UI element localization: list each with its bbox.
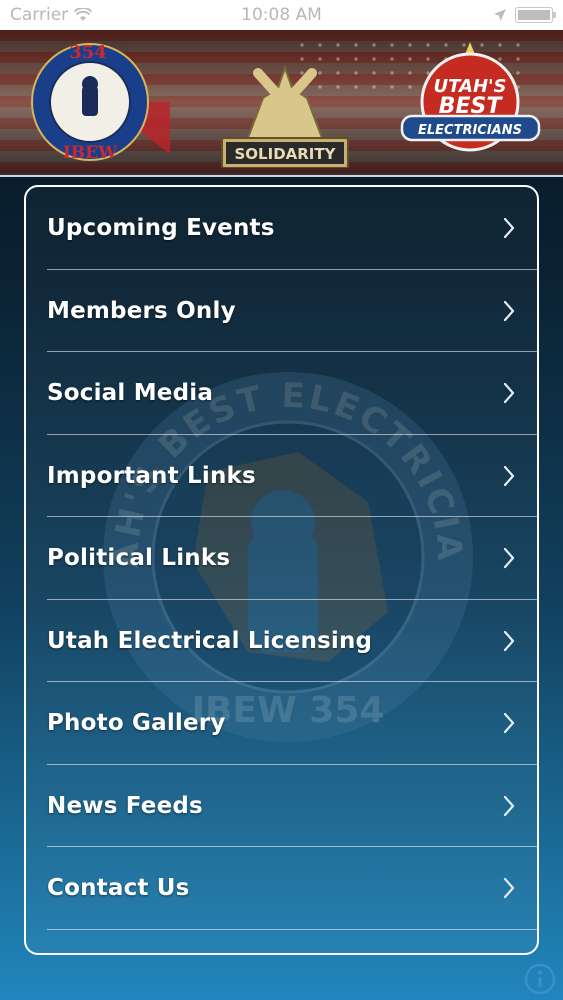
logo-right-line2: BEST <box>439 94 504 119</box>
menu-item-label: Social Media <box>47 380 214 407</box>
chevron-right-icon <box>503 713 515 734</box>
chevron-right-icon <box>503 218 515 239</box>
battery-icon <box>515 7 556 23</box>
menu-item-utah-electrical-licensing[interactable]: Utah Electrical Licensing <box>26 600 537 683</box>
menu-item-label: Contact Us <box>47 875 190 902</box>
chevron-right-icon <box>503 465 515 486</box>
chevron-right-icon <box>503 878 515 899</box>
main-menu-list: Upcoming Events Members Only Social Medi… <box>26 187 537 930</box>
ibew-354-logo: 354 IBEW <box>31 42 170 163</box>
main-menu-panel: Upcoming Events Members Only Social Medi… <box>24 185 539 955</box>
chevron-right-icon <box>503 300 515 321</box>
menu-item-label: Upcoming Events <box>47 215 275 242</box>
logo-right-line3: ELECTRICIANS <box>418 123 522 138</box>
chevron-right-icon <box>503 383 515 404</box>
menu-item-label: Members Only <box>47 297 236 324</box>
info-icon[interactable] <box>523 962 557 996</box>
menu-item-news-feeds[interactable]: News Feeds <box>26 765 537 848</box>
menu-item-social-media[interactable]: Social Media <box>26 352 537 435</box>
menu-item-contact-us[interactable]: Contact Us <box>26 847 537 930</box>
menu-item-label: Important Links <box>47 462 256 489</box>
menu-item-label: News Feeds <box>47 792 203 819</box>
status-time: 10:08 AM <box>241 5 322 25</box>
menu-item-upcoming-events[interactable]: Upcoming Events <box>26 187 537 270</box>
menu-item-label: Photo Gallery <box>47 710 226 737</box>
logo-left-number: 354 <box>69 42 107 63</box>
solidarity-logo: SOLIDARITY <box>221 64 349 168</box>
menu-item-important-links[interactable]: Important Links <box>26 435 537 518</box>
utahs-best-electricians-logo: UTAH'S BEST ELECTRICIANS <box>400 42 541 152</box>
chevron-right-icon <box>503 795 515 816</box>
chevron-right-icon <box>503 548 515 569</box>
solidarity-label: SOLIDARITY <box>235 145 337 163</box>
logo-left-local: IBEW <box>63 143 118 163</box>
chevron-right-icon <box>503 630 515 651</box>
header-banner: 354 IBEW SOLIDARITY UTAH'S BEST ELECTRIC… <box>0 30 563 177</box>
menu-item-photo-gallery[interactable]: Photo Gallery <box>26 682 537 765</box>
menu-item-label: Political Links <box>47 545 231 572</box>
menu-item-members-only[interactable]: Members Only <box>26 270 537 353</box>
menu-item-political-links[interactable]: Political Links <box>26 517 537 600</box>
menu-item-label: Utah Electrical Licensing <box>47 627 373 654</box>
status-bar: Carrier 10:08 AM <box>0 0 563 30</box>
